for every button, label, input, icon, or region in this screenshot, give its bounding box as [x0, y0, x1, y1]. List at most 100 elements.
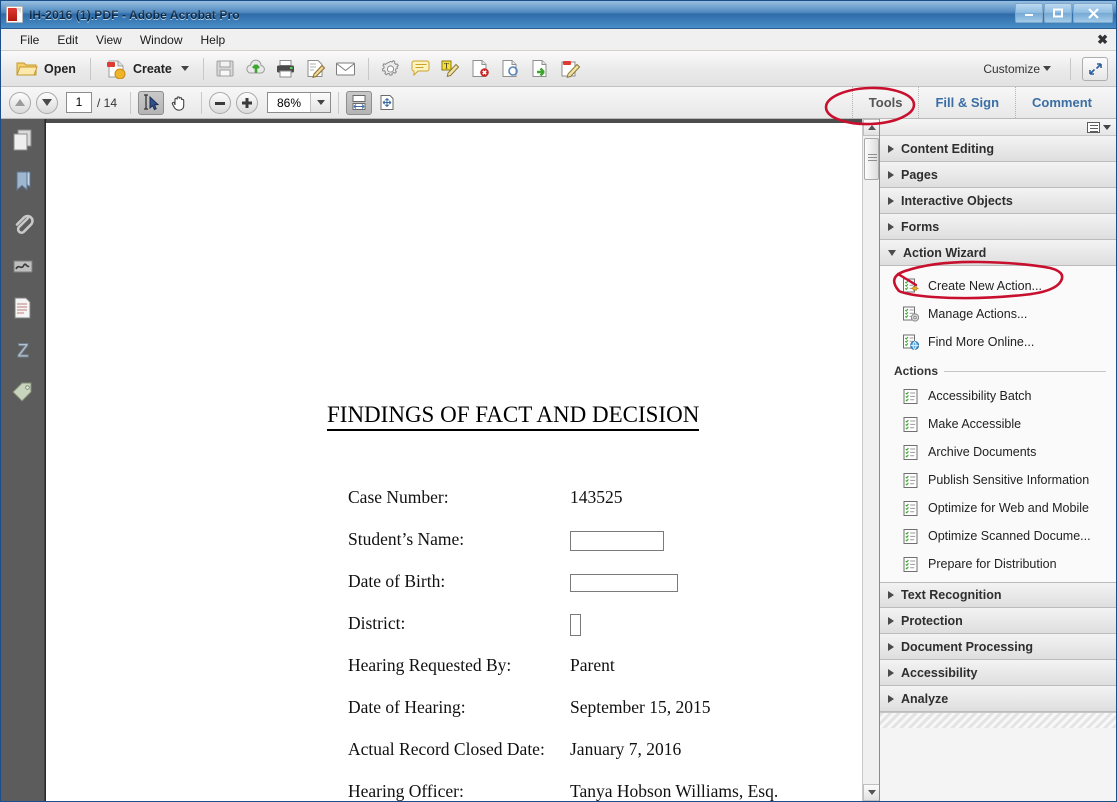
scroll-up-button[interactable]: [863, 119, 879, 136]
content-layers-icon[interactable]: [10, 295, 36, 321]
zoom-dropdown-button[interactable]: [310, 93, 330, 112]
menu-window[interactable]: Window: [131, 31, 192, 49]
field-value: 143525: [570, 487, 623, 508]
panel-action-wizard[interactable]: Action Wizard: [880, 240, 1116, 266]
scroll-down-button[interactable]: [863, 784, 879, 801]
expand-view-button[interactable]: [1082, 57, 1108, 81]
customize-button[interactable]: Customize: [975, 59, 1059, 79]
sign-document-button[interactable]: [301, 56, 331, 82]
maximize-button[interactable]: [1044, 3, 1072, 23]
sign-document-icon: [305, 59, 327, 79]
chevron-down-icon[interactable]: [1103, 125, 1111, 130]
tab-comment[interactable]: Comment: [1015, 87, 1108, 118]
tab-tools[interactable]: Tools: [852, 87, 919, 118]
panel-resize-area[interactable]: [880, 712, 1116, 728]
close-button[interactable]: [1073, 3, 1113, 23]
action-make-accessible[interactable]: Make Accessible: [880, 410, 1116, 438]
bookmarks-icon[interactable]: [10, 169, 36, 195]
signatures-icon[interactable]: [10, 253, 36, 279]
edit-document-button[interactable]: [556, 56, 586, 82]
panel-text-recognition[interactable]: Text Recognition: [880, 582, 1116, 608]
minimize-button[interactable]: [1015, 3, 1043, 23]
print-button[interactable]: [271, 56, 301, 82]
zoom-out-button[interactable]: [209, 92, 231, 114]
panel-forms[interactable]: Forms: [880, 214, 1116, 240]
action-accessibility-batch[interactable]: Accessibility Batch: [880, 382, 1116, 410]
menu-help[interactable]: Help: [192, 31, 235, 49]
email-button[interactable]: [331, 56, 361, 82]
open-button[interactable]: Open: [9, 56, 83, 82]
action-label: Accessibility Batch: [928, 389, 1032, 403]
create-button[interactable]: Create: [98, 56, 196, 82]
panel-pages[interactable]: Pages: [880, 162, 1116, 188]
panel-label: Analyze: [901, 692, 948, 706]
save-icon: [215, 59, 237, 79]
triangle-down-icon: [868, 790, 876, 795]
destinations-icon[interactable]: Z: [10, 337, 36, 363]
action-label: Optimize for Web and Mobile: [928, 501, 1089, 515]
fit-width-button[interactable]: [346, 91, 372, 115]
page-thumbnails-icon[interactable]: [10, 127, 36, 153]
attachments-paperclip-icon[interactable]: [10, 211, 36, 237]
upload-cloud-button[interactable]: [241, 56, 271, 82]
next-page-button[interactable]: [36, 92, 58, 114]
tags-icon[interactable]: [10, 379, 36, 405]
panel-label: Text Recognition: [901, 588, 1001, 602]
find-more-online-item[interactable]: Find More Online...: [880, 328, 1116, 356]
zoom-in-button[interactable]: [236, 92, 258, 114]
tab-fill-and-sign[interactable]: Fill & Sign: [918, 87, 1015, 118]
toolbar-separator: [338, 92, 339, 114]
save-button[interactable]: [211, 56, 241, 82]
zoom-level-control[interactable]: 86%: [267, 92, 331, 113]
manage-actions-item[interactable]: Manage Actions...: [880, 300, 1116, 328]
panel-label: Pages: [901, 168, 938, 182]
section-divider: [944, 371, 1106, 372]
page-preview-button[interactable]: [496, 56, 526, 82]
panel-analyze[interactable]: Analyze: [880, 686, 1116, 712]
scrollbar-thumb[interactable]: [864, 138, 879, 180]
menu-file[interactable]: File: [11, 31, 48, 49]
doc-field-hearing-officer: Hearing Officer:Tanya Hobson Williams, E…: [348, 781, 778, 801]
panel-document-processing[interactable]: Document Processing: [880, 634, 1116, 660]
select-tool-button[interactable]: [138, 91, 164, 115]
action-optimize-scanned-document[interactable]: Optimize Scanned Docume...: [880, 522, 1116, 550]
menu-view[interactable]: View: [87, 31, 131, 49]
panel-content-editing[interactable]: Content Editing: [880, 136, 1116, 162]
previous-page-button[interactable]: [9, 92, 31, 114]
delete-page-button[interactable]: [466, 56, 496, 82]
close-document-icon[interactable]: ✖: [1097, 32, 1108, 48]
panel-protection[interactable]: Protection: [880, 608, 1116, 634]
document-scrollbar[interactable]: [862, 119, 879, 801]
comment-button[interactable]: [406, 56, 436, 82]
page-number-input[interactable]: 1: [66, 92, 92, 113]
menu-bar: File Edit View Window Help ✖: [1, 29, 1116, 51]
action-publish-sensitive-information[interactable]: Publish Sensitive Information: [880, 466, 1116, 494]
action-prepare-for-distribution[interactable]: Prepare for Distribution: [880, 550, 1116, 578]
doc-field-hearing-requested-by: Hearing Requested By:Parent: [348, 655, 615, 676]
open-label: Open: [44, 62, 76, 76]
panel-interactive-objects[interactable]: Interactive Objects: [880, 188, 1116, 214]
main-toolbar: Open Create: [1, 51, 1116, 87]
create-new-action-item[interactable]: Create New Action...: [880, 272, 1116, 300]
panel-label: Interactive Objects: [901, 194, 1013, 208]
action-optimize-for-web-and-mobile[interactable]: Optimize for Web and Mobile: [880, 494, 1116, 522]
field-label: Date of Birth:: [348, 571, 570, 592]
pdf-document-icon: [6, 6, 23, 23]
toolbar-separator: [90, 58, 91, 80]
action-archive-documents[interactable]: Archive Documents: [880, 438, 1116, 466]
panel-options-icon[interactable]: [1087, 122, 1100, 133]
create-pdf-icon: [105, 59, 127, 79]
settings-gear-icon: [380, 59, 402, 79]
hand-tool-button[interactable]: [166, 91, 192, 115]
panel-accessibility[interactable]: Accessibility: [880, 660, 1116, 686]
field-label: Hearing Officer:: [348, 781, 570, 801]
document-viewport[interactable]: FINDINGS OF FACT AND DECISION Case Numbe…: [45, 119, 879, 801]
fit-page-button[interactable]: [374, 91, 400, 115]
right-tabs: Tools Fill & Sign Comment: [852, 87, 1108, 118]
toolbar-separator: [1070, 58, 1071, 80]
menu-edit[interactable]: Edit: [48, 31, 87, 49]
tools-panel-topbar: [880, 119, 1116, 136]
export-page-button[interactable]: [526, 56, 556, 82]
highlight-text-button[interactable]: T: [436, 56, 466, 82]
settings-button[interactable]: [376, 56, 406, 82]
